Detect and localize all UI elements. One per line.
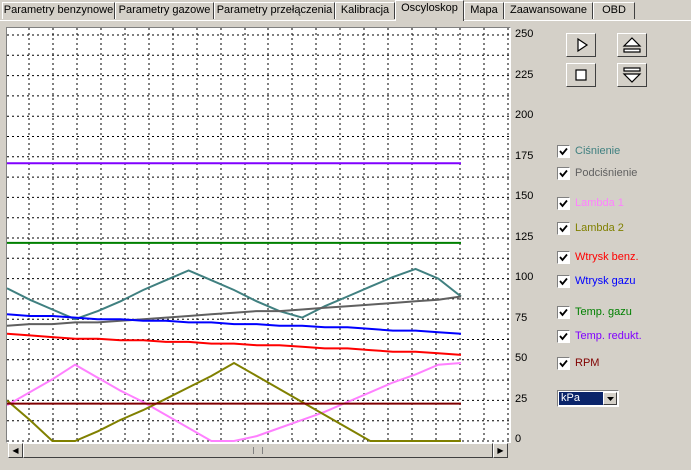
scale-down-icon [622, 67, 642, 83]
legend-label: Podciśnienie [575, 167, 638, 179]
tab-parametry-przelaczenia[interactable]: Parametry przełączenia [214, 2, 335, 19]
series-line-1 [7, 295, 462, 327]
legend-checkbox[interactable] [557, 330, 570, 343]
check-icon [559, 199, 568, 208]
check-icon [559, 332, 568, 341]
plot-grid [7, 28, 510, 442]
legend-label: Ciśnienie [575, 145, 621, 157]
series-line-4 [7, 332, 462, 356]
legend-label: Temp. gazu [575, 306, 632, 318]
tab-parametry-benzynowe[interactable]: Parametry benzynowe [2, 2, 115, 19]
tab-zaawansowane[interactable]: Zaawansowane [504, 2, 593, 19]
tab-oscyloskop[interactable]: Oscyloskop [395, 0, 464, 21]
legend-checkbox[interactable] [557, 145, 570, 158]
tab-mapa[interactable]: Mapa [464, 2, 504, 19]
tab-parametry-gazowe[interactable]: Parametry gazowe [115, 2, 214, 19]
y-tick-label: 250 [515, 28, 534, 40]
stop-icon [575, 69, 587, 81]
legend-label: Wtrysk gazu [575, 275, 636, 287]
y-tick-label: 175 [515, 149, 534, 162]
scale-down-button[interactable] [617, 63, 647, 87]
unit-select-value: kPa [559, 392, 603, 405]
tab-obd[interactable]: OBD [593, 2, 635, 19]
legend-label: RPM [575, 357, 600, 369]
horizontal-scrollbar[interactable]: ◀ ▶ [8, 443, 508, 458]
check-icon [559, 147, 568, 156]
check-icon [559, 359, 568, 368]
series-line-3 [7, 361, 461, 442]
legend-checkbox[interactable] [557, 357, 570, 370]
legend-label: Wtrysk benz. [575, 251, 639, 263]
plot-area [7, 28, 510, 442]
series-line-2 [7, 362, 462, 442]
y-tick-label: 50 [515, 352, 528, 364]
chevron-down-icon [607, 397, 614, 401]
legend-checkbox[interactable] [557, 167, 570, 180]
stop-button[interactable] [566, 63, 596, 87]
play-icon [577, 37, 589, 53]
unit-select[interactable]: kPa [557, 390, 619, 407]
series-line-0 [7, 267, 462, 321]
y-tick-label: 225 [515, 68, 534, 81]
y-tick-label: 25 [515, 392, 528, 405]
plot-series [7, 162, 462, 442]
legend-label: Temp. redukt. [575, 330, 642, 342]
scroll-grip [253, 447, 263, 454]
check-icon [559, 253, 568, 262]
legend-checkbox[interactable] [557, 275, 570, 288]
scroll-left-button[interactable]: ◀ [8, 443, 23, 458]
legend-label: Lambda 1 [575, 197, 624, 209]
y-tick-label: 75 [515, 311, 528, 324]
check-icon [559, 169, 568, 178]
legend-checkbox[interactable] [557, 251, 570, 264]
series-line-5 [7, 313, 462, 335]
check-icon [559, 308, 568, 317]
legend-label: Lambda 2 [575, 222, 624, 234]
unit-select-arrow[interactable] [603, 392, 617, 405]
scale-up-icon [622, 37, 642, 53]
y-tick-label: 0 [515, 433, 522, 445]
tab-kalibracja[interactable]: Kalibracja [335, 2, 395, 19]
legend-checkbox[interactable] [557, 222, 570, 235]
oscilloscope-plot [6, 27, 511, 443]
check-icon [559, 277, 568, 286]
tab-strip: Parametry benzynowe Parametry gazowe Par… [0, 0, 691, 21]
y-tick-label: 125 [515, 230, 534, 243]
play-button[interactable] [566, 33, 596, 57]
y-tick-label: 100 [515, 271, 534, 283]
y-tick-label: 150 [515, 190, 534, 202]
check-icon [559, 224, 568, 233]
scale-up-button[interactable] [617, 33, 647, 57]
legend-checkbox[interactable] [557, 197, 570, 210]
y-tick-label: 200 [515, 109, 534, 121]
scroll-right-button[interactable]: ▶ [493, 443, 508, 458]
scroll-thumb[interactable] [23, 443, 493, 458]
legend-checkbox[interactable] [557, 306, 570, 319]
